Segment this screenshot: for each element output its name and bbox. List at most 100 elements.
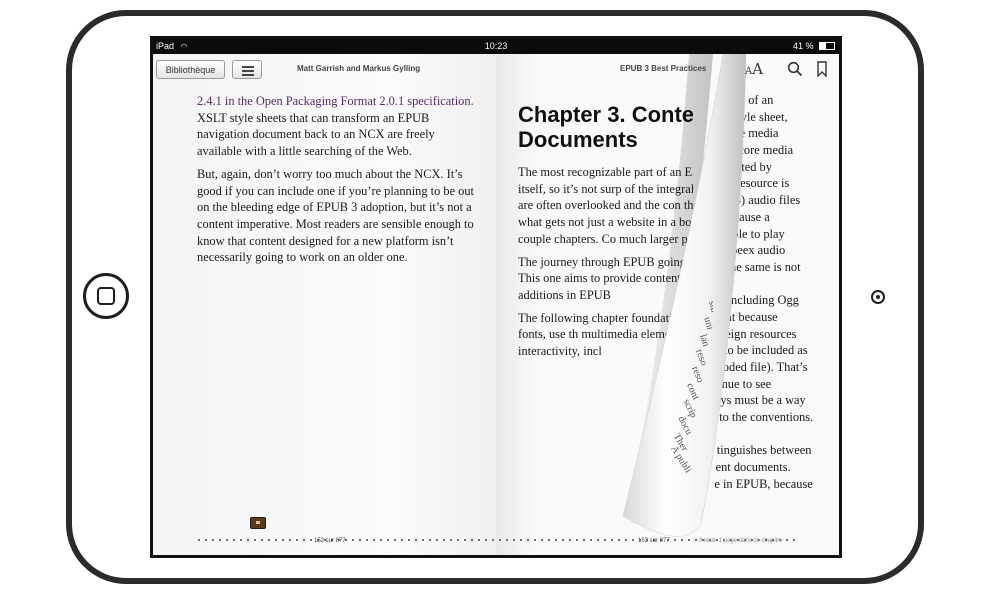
scrubber-dot (415, 539, 417, 541)
scrubber-dot (422, 539, 424, 541)
scrubber-dot (604, 539, 606, 541)
scrubber-dot (373, 539, 375, 541)
scrubber-dot (541, 539, 543, 541)
scrubber-dot (247, 539, 249, 541)
curl-line: core media (738, 143, 794, 158)
right-page-number: 153 sur 877 (638, 538, 670, 544)
curl-back-word: A publi (668, 443, 694, 476)
status-time: 10:23 (484, 41, 508, 51)
scrubber-dot (219, 539, 221, 541)
scrubber-dot (464, 539, 466, 541)
toc-button[interactable] (232, 60, 262, 79)
library-button[interactable]: Bibliothèque (156, 60, 225, 79)
font-size-button[interactable]: AA (745, 60, 763, 78)
bookmark-icon[interactable] (816, 61, 828, 77)
curl-line: , of an (742, 93, 774, 107)
curl-line: peex audio (731, 243, 786, 258)
curl-line: ble to play (732, 226, 785, 241)
scrubber-dot (233, 539, 235, 541)
header-author: Matt Garrish and Markus Gylling (297, 64, 421, 73)
curl-line: resource is (736, 176, 790, 191)
pages-remaining: Il reste 1 page dans ce chapitre (699, 538, 783, 544)
list-icon-line (242, 66, 254, 68)
scrubber-dot (380, 539, 382, 541)
spec-link[interactable]: 2.4.1 in the Open Packaging Format 2.0.1… (197, 94, 474, 108)
scrubber-dot (268, 539, 270, 541)
curl-line: ys must be a way (720, 393, 806, 408)
chapter-title-line2: Documents (518, 127, 638, 152)
battery-icon (819, 41, 835, 50)
scrubber-dot (513, 539, 515, 541)
scrubber-dot (576, 539, 578, 541)
scrubber-thumb[interactable] (250, 517, 266, 529)
curl-line (702, 276, 832, 293)
curl-line (702, 426, 832, 443)
scrubber-dot (485, 539, 487, 541)
curl-line: e in EPUB, because (714, 476, 813, 491)
scrubber-dot (289, 539, 291, 541)
scrubber-dot (597, 539, 599, 541)
scrubber-dot (303, 539, 305, 541)
search-icon[interactable] (787, 61, 803, 77)
scrubber-dot (534, 539, 536, 541)
scrubber-dot (786, 539, 788, 541)
left-paragraph-2: But, again, don’t worry too much about t… (197, 166, 474, 265)
home-button[interactable] (83, 273, 129, 319)
scrubber-dot (310, 539, 312, 541)
curl-line: at because (726, 309, 778, 324)
scrubber-dot (226, 539, 228, 541)
curl-back-text: dul stu uni lan reso reso cont scrip docu Ther A p… (653, 94, 713, 534)
camera-icon (871, 290, 885, 304)
curl-back-word: uni (701, 315, 713, 332)
scrubber-dot (436, 539, 438, 541)
scrubber-dot (569, 539, 571, 541)
status-right: 41 % (793, 39, 835, 54)
scrubber-dot (562, 539, 564, 541)
scrubber-dot (583, 539, 585, 541)
scrubber-dot (254, 539, 256, 541)
left-page-number: 152 sur 877 (314, 538, 346, 544)
scrubber-dot (359, 539, 361, 541)
scrubber-dot (695, 539, 697, 541)
scrubber-dot (555, 539, 557, 541)
curl-back-word: stu (705, 299, 713, 314)
list-icon-line (242, 74, 254, 76)
scrubber-dot (632, 539, 634, 541)
curl-line: tinguishes between (716, 443, 812, 458)
scrubber-dot (506, 539, 508, 541)
curl-line: to be included as (724, 343, 808, 358)
curl-line: rted by (737, 159, 772, 174)
curl-line: e media (739, 126, 779, 141)
scrubber-dot (198, 539, 200, 541)
scrubber-dot (450, 539, 452, 541)
left-paragraph-1: 2.4.1 in the Open Packaging Format 2.0.1… (197, 93, 482, 160)
scrubber-dot (478, 539, 480, 541)
curl-line: cause a (733, 209, 770, 224)
scrubber-dot (282, 539, 284, 541)
curl-line: 4) audio files (734, 193, 801, 208)
scrubber-dot (625, 539, 627, 541)
scrubber-dot (352, 539, 354, 541)
battery-text: 41 % (792, 41, 814, 51)
curl-line: oded file). That’s (722, 360, 808, 374)
curl-line: nue to see (721, 376, 772, 391)
curl-back-word: reso (693, 347, 710, 368)
scrubber-dot (275, 539, 277, 541)
left-page-text: 2.4.1 in the Open Packaging Format 2.0.1… (197, 93, 482, 272)
left-page[interactable]: Bibliothèque Matt Garrish and Markus Gyl… (153, 54, 496, 555)
curl-page-text: , of an yle sheet, e media core media rted b… (702, 92, 832, 493)
curl-line: ent documents. (715, 460, 791, 475)
scrubber-dot (674, 539, 676, 541)
scrubber-dot (457, 539, 459, 541)
scrubber-dot (590, 539, 592, 541)
scrubber-dot (394, 539, 396, 541)
curl-line: ne same is not (730, 259, 801, 274)
scrubber-dot (618, 539, 620, 541)
scrubber-dot (443, 539, 445, 541)
scrubber-dot (387, 539, 389, 541)
curl-line: to the conventions. (719, 410, 814, 425)
scrubber-dot (366, 539, 368, 541)
scrubber-dot (688, 539, 690, 541)
font-large-a: A (752, 60, 764, 78)
curl-line: including Ogg (727, 293, 799, 308)
